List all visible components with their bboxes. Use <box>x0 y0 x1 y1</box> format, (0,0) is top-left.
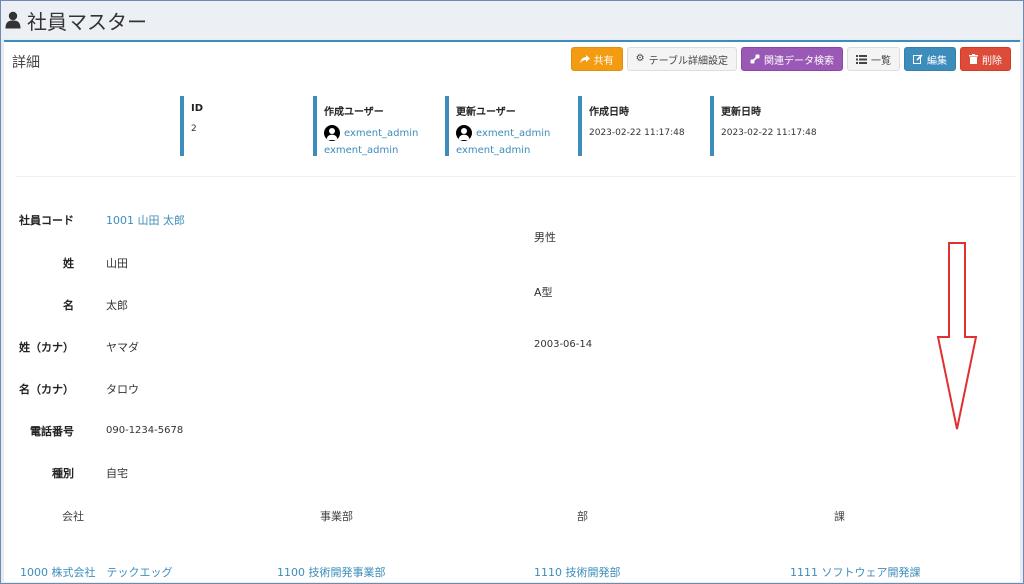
trash-icon <box>969 54 978 64</box>
updated-user-sub: exment_admin <box>456 145 531 156</box>
created-at-value: 2023-02-22 11:17:48 <box>589 128 685 138</box>
related-search-button[interactable]: 関連データ検索 <box>741 47 843 71</box>
share-button[interactable]: 共有 <box>570 47 623 71</box>
user-icon <box>5 11 21 29</box>
phone-value: 090-1234-5678 <box>106 425 184 436</box>
employee-code-label: 社員コード <box>19 214 74 227</box>
detail-box: 詳細 共有 ⚙ テーブル詳細設定 関連データ検索 一覧 編集 削除 ID 2 作… <box>4 40 1020 582</box>
sysinfo-updated-at: 更新日時 2023-02-22 11:17:48 <box>710 96 830 156</box>
first-name-kana-label: 名（カナ） <box>19 383 74 396</box>
table-setting-label: テーブル詳細設定 <box>648 55 728 67</box>
created-user-name: exment_admin <box>344 127 419 139</box>
system-info: ID 2 作成ユーザー exment_admin exment_admin 更新… <box>4 96 1020 160</box>
page-header: 社員マスター <box>1 1 1023 39</box>
delete-button[interactable]: 削除 <box>960 47 1011 71</box>
avatar-icon <box>456 125 472 141</box>
id-value: 2 <box>191 124 197 134</box>
created-user-link[interactable]: exment_admin <box>324 125 433 141</box>
org-header-company: 会社 <box>62 510 84 523</box>
delete-label: 削除 <box>982 55 1002 67</box>
created-user-label: 作成ユーザー <box>324 107 384 118</box>
first-name-kana-value: タロウ <box>106 383 139 396</box>
org-header-department: 部 <box>577 510 588 523</box>
sysinfo-created-at: 作成日時 2023-02-22 11:17:48 <box>578 96 698 156</box>
updated-at-label: 更新日時 <box>721 107 761 118</box>
updated-user-label: 更新ユーザー <box>456 107 516 118</box>
share-label: 共有 <box>593 55 614 67</box>
gear-icon: ⚙ <box>635 53 645 64</box>
org-header-section: 課 <box>834 510 845 523</box>
created-at-label: 作成日時 <box>589 107 629 118</box>
sysinfo-updated-user: 更新ユーザー exment_admin exment_admin <box>445 96 565 156</box>
last-name-label: 姓 <box>63 257 74 270</box>
list-label: 一覧 <box>871 55 891 67</box>
last-name-value: 山田 <box>106 257 128 270</box>
gender-value: 男性 <box>534 231 556 244</box>
birthday-value: 2003-06-14 <box>534 339 593 350</box>
type-label: 種別 <box>52 467 74 480</box>
employee-code-value[interactable]: 1001 山田 太郎 <box>106 212 185 228</box>
avatar-icon <box>324 125 340 141</box>
scroll-down-arrow-icon <box>936 242 978 430</box>
related-search-label: 関連データ検索 <box>764 55 834 67</box>
updated-at-value: 2023-02-22 11:17:48 <box>721 128 817 138</box>
toolbar: 共有 ⚙ テーブル詳細設定 関連データ検索 一覧 編集 削除 <box>570 47 1011 71</box>
list-icon <box>856 54 867 64</box>
blood-type-value: A型 <box>534 286 553 299</box>
created-user-sub: exment_admin <box>324 145 399 156</box>
org-division-link[interactable]: 1100 技術開発事業部 <box>277 564 386 580</box>
list-button[interactable]: 一覧 <box>847 47 900 71</box>
org-department-link[interactable]: 1110 技術開発部 <box>534 564 621 580</box>
org-section-link[interactable]: 1111 ソフトウェア開発課 <box>790 564 921 580</box>
updated-user-name: exment_admin <box>476 127 551 139</box>
sysinfo-created-user: 作成ユーザー exment_admin exment_admin <box>313 96 433 156</box>
updated-user-link[interactable]: exment_admin <box>456 125 565 141</box>
first-name-value: 太郎 <box>106 299 128 312</box>
page-title: 社員マスター <box>27 9 147 34</box>
divider <box>16 176 1016 177</box>
org-header-division: 事業部 <box>320 510 353 523</box>
table-setting-button[interactable]: ⚙ テーブル詳細設定 <box>626 47 737 71</box>
edit-icon <box>913 54 923 64</box>
sysinfo-id: ID 2 <box>180 96 300 156</box>
last-name-kana-label: 姓（カナ） <box>19 341 74 354</box>
box-title: 詳細 <box>12 55 40 71</box>
type-value: 自宅 <box>106 467 128 480</box>
edit-label: 編集 <box>927 55 947 67</box>
org-company-link[interactable]: 1000 株式会社 テックエッグ <box>20 564 173 580</box>
link-icon <box>750 54 760 64</box>
first-name-label: 名 <box>63 299 74 312</box>
phone-label: 電話番号 <box>30 425 74 438</box>
id-label: ID <box>191 103 204 114</box>
edit-button[interactable]: 編集 <box>904 47 956 71</box>
share-icon <box>579 54 590 64</box>
last-name-kana-value: ヤマダ <box>106 341 139 354</box>
